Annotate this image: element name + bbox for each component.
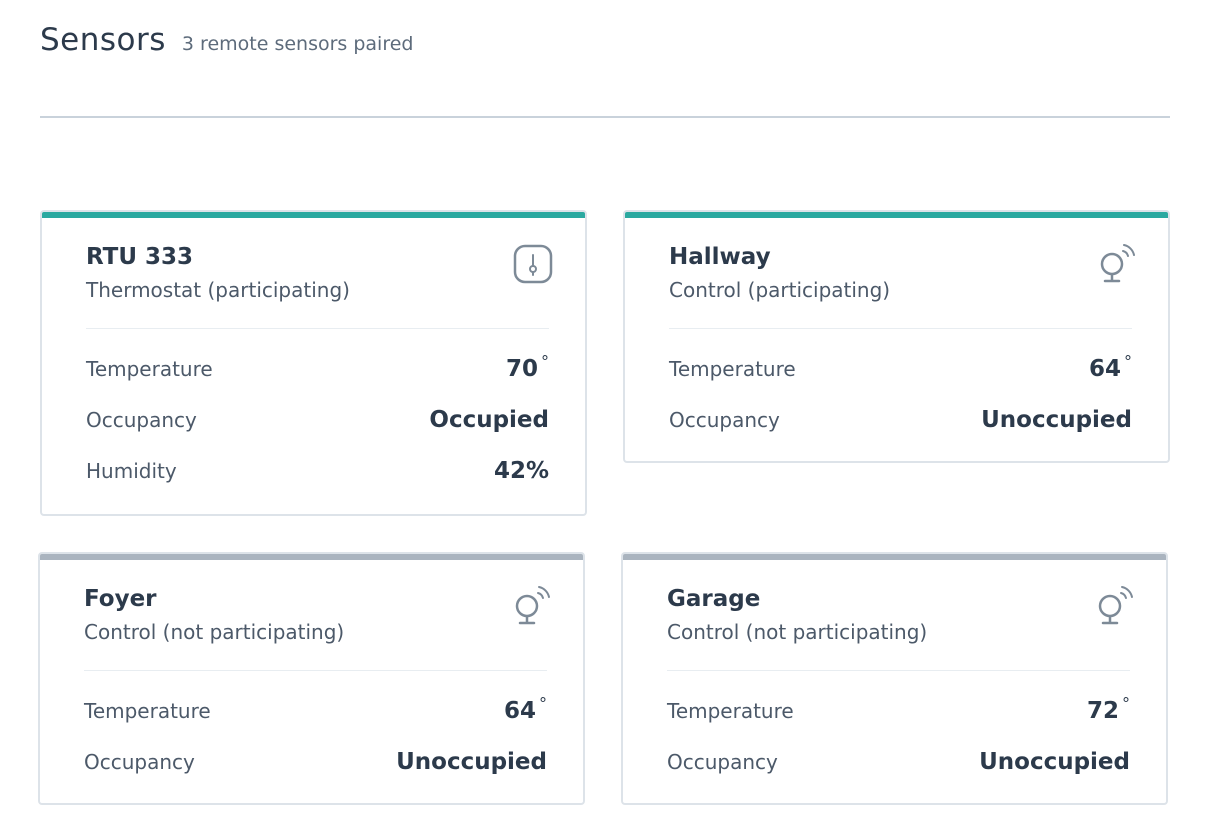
occupancy-row: Occupancy Unoccupied [84,736,547,787]
sensor-card-hallway[interactable]: Hallway Control (participating) Temperat… [623,210,1170,463]
temperature-row: Temperature 64 ° [84,685,547,736]
row-label: Temperature [86,356,213,381]
occupancy-row: Occupancy Unoccupied [669,394,1132,445]
remote-sensor-icon [1100,244,1135,283]
row-label: Temperature [669,356,796,381]
temperature-row: Temperature 72 ° [667,685,1130,736]
temperature-row: Temperature 64 ° [669,343,1132,394]
card-divider [667,670,1130,671]
occupancy-row: Occupancy Unoccupied [667,736,1130,787]
row-label: Occupancy [669,407,780,432]
occupancy-value: Unoccupied [396,748,547,775]
sensor-name: Foyer [84,586,157,612]
sensor-name: Garage [667,586,761,612]
occupancy-row: Occupancy Occupied [86,394,549,445]
row-label: Temperature [667,698,794,723]
humidity-row: Humidity 42% [86,445,549,496]
remote-sensor-icon [515,586,550,625]
occupancy-value: Unoccupied [979,748,1130,775]
page-subtitle: 3 remote sensors paired [181,33,414,55]
temperature-row: Temperature 70 ° [86,343,549,394]
status-bar [625,212,1168,218]
card-divider [86,328,549,329]
temperature-value: 72 ° [1086,693,1130,724]
row-label: Occupancy [86,407,197,432]
status-bar [42,212,585,218]
sensor-role: Control (not participating) [667,620,928,644]
page-header: Sensors 3 remote sensors paired [40,22,413,58]
sensor-card-foyer[interactable]: Foyer Control (not participating) Temper… [38,552,585,805]
thermostat-icon [513,244,553,284]
sensor-role: Control (participating) [669,278,891,302]
row-label: Humidity [86,458,177,483]
header-divider [40,116,1170,118]
sensor-card-garage[interactable]: Garage Control (not participating) Tempe… [621,552,1168,805]
sensor-role: Thermostat (participating) [86,278,350,302]
sensor-name: Hallway [669,244,771,270]
sensor-card-rtu-333[interactable]: RTU 333 Thermostat (participating) Tempe… [40,210,587,516]
sensor-name: RTU 333 [86,244,194,270]
page-title: Sensors [40,22,166,58]
temperature-value: 64 ° [503,693,547,724]
status-bar [40,554,583,560]
temperature-value: 64 ° [1088,351,1132,382]
remote-sensor-icon [1098,586,1133,625]
temperature-value: 70 ° [505,351,549,382]
status-bar [623,554,1166,560]
row-label: Occupancy [667,749,778,774]
occupancy-value: Occupied [429,406,549,433]
card-divider [84,670,547,671]
sensor-role: Control (not participating) [84,620,345,644]
row-label: Temperature [84,698,211,723]
occupancy-value: Unoccupied [981,406,1132,433]
humidity-value: 42% [493,457,549,484]
card-divider [669,328,1132,329]
row-label: Occupancy [84,749,195,774]
